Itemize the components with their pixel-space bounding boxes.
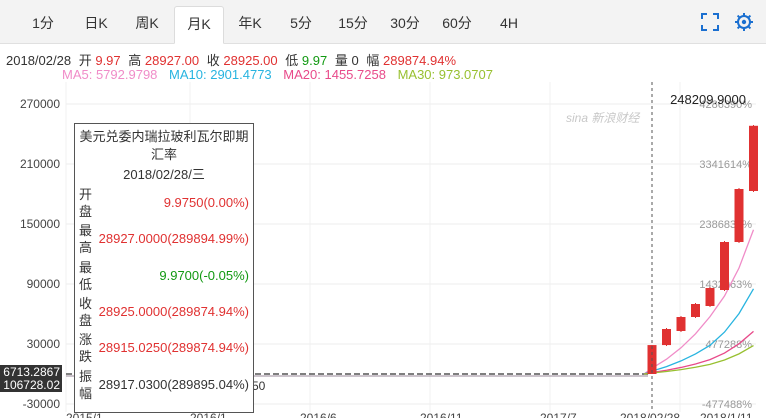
right-tick-label: -477488% [702, 399, 752, 411]
tooltip-title: 美元兑委内瑞拉玻利瓦尔即期汇率 [79, 129, 249, 162]
tab-60min[interactable]: 60分 [438, 6, 476, 44]
ma-lines [643, 229, 755, 375]
ma-legend-row: MA5: 5792.9798 MA10: 2901.4773 MA20: 145… [62, 67, 501, 82]
tooltip-date: 2018/02/28/三 [123, 167, 205, 182]
tooltip-value: 28925.0000(289874.94%) [98, 304, 249, 319]
candle-body [662, 329, 671, 346]
info-date: 2018/02/28 [6, 53, 72, 68]
left-partial-label: 50 [252, 379, 266, 393]
tab-year-k[interactable]: 年K [234, 6, 266, 44]
price-badge-upper: 6713.2867 [0, 365, 62, 379]
tooltip-row-low: 最低 9.9700(-0.05%) [79, 259, 251, 293]
tooltip-value: 28927.0000(289894.99%) [98, 231, 249, 246]
y-tick-label: -30000 [23, 397, 61, 411]
kline-widget: 1分 日K 周K 月K 年K 5分 15分 30分 60分 4H 2018/02… [0, 0, 766, 418]
tooltip-panel: 美元兑委内瑞拉玻利瓦尔即期汇率 2018/02/28/三 开盘 9.9750(0… [74, 123, 254, 413]
range-value: 289874.94% [383, 53, 457, 68]
ma5-legend: MA5: 5792.9798 [62, 67, 158, 82]
x-tick-label: 2016/11 [420, 411, 463, 418]
open-value: 9.97 [95, 53, 121, 68]
settings-icon[interactable] [734, 12, 754, 32]
tooltip-row-change: 涨跌 28915.0250(289874.94%) [79, 331, 251, 365]
candle-body [734, 189, 744, 242]
candle-body [720, 242, 729, 290]
tooltip-value: 28915.0250(289874.94%) [98, 340, 249, 355]
tooltip-row-high: 最高 28927.0000(289894.99%) [79, 222, 251, 256]
candle-body [676, 317, 686, 331]
price-badge-lower: 106728.02 [0, 378, 62, 392]
tooltip-value: 9.9700(-0.05%) [159, 268, 249, 283]
tooltip-label: 最高 [79, 223, 93, 255]
tab-week-k[interactable]: 周K [130, 6, 164, 44]
tooltip-value: 9.9750(0.00%) [163, 195, 249, 210]
low-label: 低 [285, 53, 299, 68]
right-tick-label: 477288% [706, 339, 753, 351]
x-tick-label: 2016/6 [300, 411, 337, 418]
candle-body [705, 288, 715, 306]
ma30-legend: MA30: 973.0707 [397, 67, 493, 82]
tooltip-value: 28917.0300(289895.04%) [98, 377, 249, 392]
tab-day-k[interactable]: 日K [80, 6, 112, 44]
tab-30min[interactable]: 30分 [386, 6, 424, 44]
open-label: 开 [78, 53, 92, 68]
range-label: 幅 [366, 53, 380, 68]
y-tick-label: 90000 [27, 277, 61, 291]
candle-body [691, 304, 700, 317]
period-tab-bar: 1分 日K 周K 月K 年K 5分 15分 30分 60分 4H [0, 0, 766, 44]
volume-label: 量 [334, 53, 348, 68]
tab-15min[interactable]: 15分 [334, 6, 372, 44]
tooltip-label: 收盘 [79, 296, 93, 328]
tab-5min[interactable]: 5分 [286, 6, 316, 44]
right-tick-label: 2386839% [699, 219, 752, 231]
fullscreen-icon[interactable] [700, 12, 720, 32]
high-label: 高 [128, 53, 142, 68]
y-tick-label: 150000 [20, 217, 60, 231]
y-axis-labels: 270000 210000 150000 90000 30000 -30000 [20, 97, 60, 411]
ma20-legend: MA20: 1455.7258 [283, 67, 386, 82]
crosshair-value-label: 248209.9000 [670, 92, 746, 107]
x-tick-label: 2017/7 [540, 411, 577, 418]
tooltip-label: 涨跌 [79, 332, 93, 364]
y-tick-label: 30000 [27, 337, 61, 351]
close-label: 收 [206, 53, 220, 68]
tooltip-row-open: 开盘 9.9750(0.00%) [79, 186, 251, 220]
tab-1min[interactable]: 1分 [28, 6, 58, 44]
ma10-legend: MA10: 2901.4773 [169, 67, 272, 82]
right-tick-label: 3341614% [699, 159, 752, 171]
low-value: 9.97 [301, 53, 328, 68]
tooltip-label: 开盘 [79, 187, 93, 219]
tooltip-row-amplitude: 振幅 28917.0300(289895.04%) [79, 368, 251, 402]
ma10-line [643, 288, 755, 375]
volume-value: 0 [351, 53, 359, 68]
y-tick-label: 210000 [20, 157, 60, 171]
x-tick-label: 2018/02/28 [620, 411, 680, 418]
close-value: 28925.00 [223, 53, 278, 68]
high-value: 28927.00 [144, 53, 200, 68]
tab-4h[interactable]: 4H [494, 6, 524, 44]
tooltip-row-close: 收盘 28925.0000(289874.94%) [79, 295, 251, 329]
y-tick-label: 270000 [20, 97, 60, 111]
tooltip-label: 振幅 [79, 369, 93, 401]
tab-month-k[interactable]: 月K [174, 6, 224, 44]
x-tick-label: 2018/1/11 [700, 411, 753, 418]
tooltip-label: 最低 [79, 260, 93, 292]
candle-body [749, 125, 758, 191]
sina-watermark: sina 新浪财经 [566, 111, 641, 125]
